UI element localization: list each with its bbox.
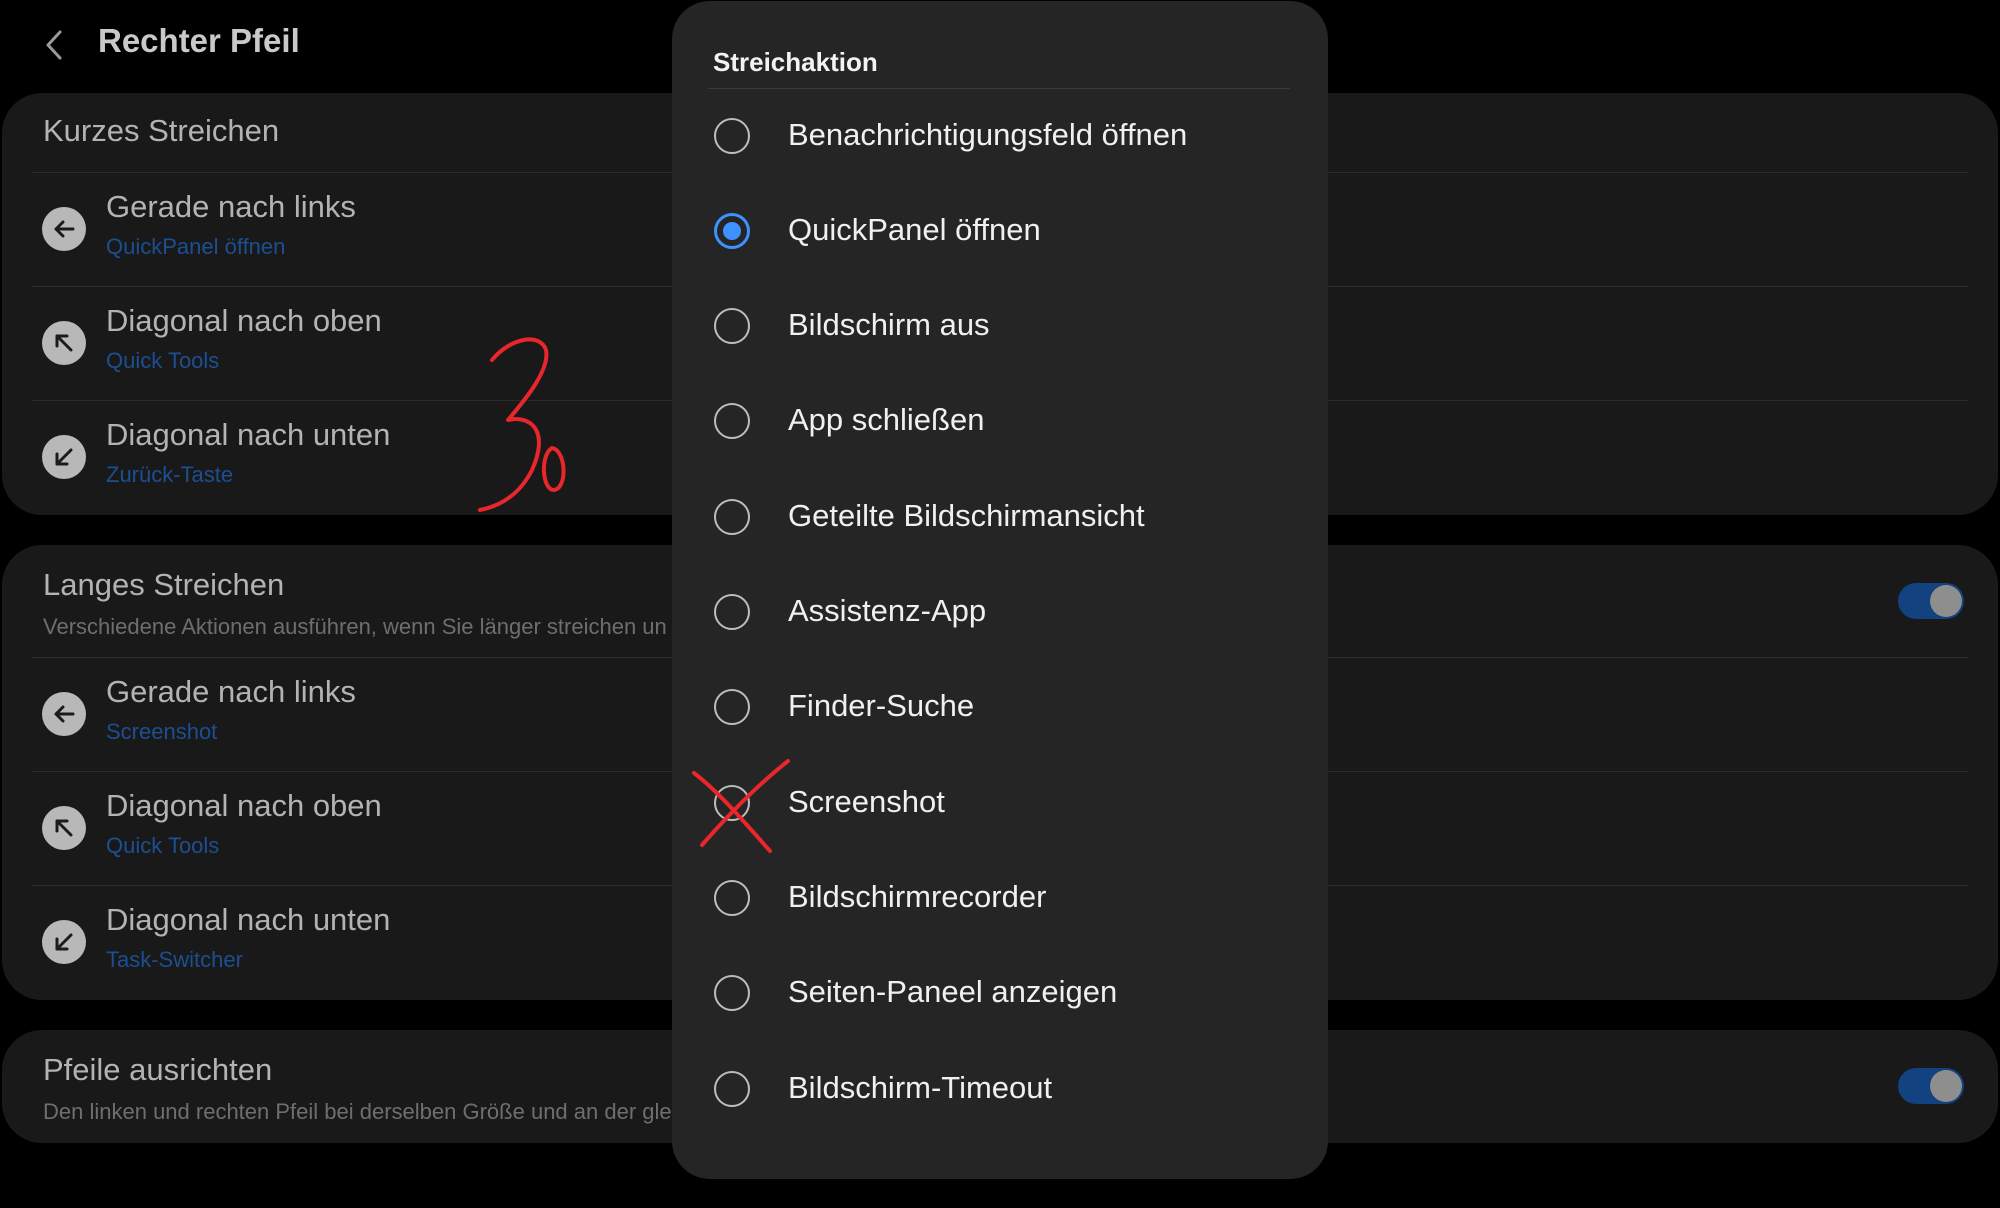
arrow-down-left-icon: [42, 920, 86, 964]
option-screen-recorder[interactable]: Bildschirmrecorder: [686, 851, 1314, 946]
toggle-knob: [1930, 585, 1962, 617]
option-label: Assistenz-App: [788, 593, 987, 628]
row-label: Diagonal nach unten: [106, 902, 391, 937]
row-label: Diagonal nach oben: [106, 303, 382, 338]
option-label: Bildschirmrecorder: [788, 879, 1047, 914]
option-close-app[interactable]: App schließen: [686, 374, 1314, 469]
option-label: Geteilte Bildschirmansicht: [788, 498, 1145, 533]
swipe-action-dialog: Streichaktion Benachrichtigungsfeld öffn…: [672, 1, 1328, 1179]
row-value: Quick Tools: [106, 833, 220, 858]
long-swipe-toggle[interactable]: [1898, 583, 1964, 619]
row-label: Gerade nach links: [106, 674, 356, 709]
section-subtitle-align-arrows: Den linken und rechten Pfeil bei derselb…: [43, 1099, 672, 1124]
row-value: Zurück-Taste: [106, 462, 234, 487]
row-value: QuickPanel öffnen: [106, 234, 286, 259]
radio-button[interactable]: [714, 118, 750, 154]
section-subtitle-long-swipe: Verschiedene Aktionen ausführen, wenn Si…: [43, 614, 667, 639]
section-title-long-swipe: Langes Streichen: [43, 567, 285, 602]
option-label: QuickPanel öffnen: [788, 212, 1041, 247]
option-label: Seiten-Paneel anzeigen: [788, 974, 1118, 1009]
radio-button[interactable]: [714, 403, 750, 439]
radio-button-selected[interactable]: [714, 213, 750, 249]
row-value: Task-Switcher: [106, 947, 243, 972]
option-screenshot[interactable]: Screenshot: [686, 756, 1314, 851]
row-label: Diagonal nach unten: [106, 417, 391, 452]
option-label: Finder-Suche: [788, 688, 975, 723]
option-assistant-app[interactable]: Assistenz-App: [686, 565, 1314, 660]
row-label: Diagonal nach oben: [106, 788, 382, 823]
radio-button[interactable]: [714, 689, 750, 725]
option-label: Screenshot: [788, 784, 945, 819]
option-label: Benachrichtigungsfeld öffnen: [788, 117, 1188, 152]
option-finder-search[interactable]: Finder-Suche: [686, 660, 1314, 755]
radio-button[interactable]: [714, 1071, 750, 1107]
arrow-left-icon: [42, 692, 86, 736]
option-split-screen[interactable]: Geteilte Bildschirmansicht: [686, 470, 1314, 565]
arrow-up-left-icon: [42, 806, 86, 850]
arrow-left-icon: [42, 207, 86, 251]
arrow-down-left-icon: [42, 435, 86, 479]
option-notification-panel[interactable]: Benachrichtigungsfeld öffnen: [686, 89, 1314, 184]
chevron-left-icon: [46, 30, 62, 60]
option-side-panel[interactable]: Seiten-Paneel anzeigen: [686, 946, 1314, 1041]
option-screen-off[interactable]: Bildschirm aus: [686, 279, 1314, 374]
page-title: Rechter Pfeil: [98, 22, 300, 59]
option-label: Bildschirm-Timeout: [788, 1070, 1053, 1105]
option-label: Bildschirm aus: [788, 307, 990, 342]
align-arrows-toggle[interactable]: [1898, 1068, 1964, 1104]
radio-button[interactable]: [714, 594, 750, 630]
radio-button[interactable]: [714, 975, 750, 1011]
toggle-knob: [1930, 1070, 1962, 1102]
radio-button[interactable]: [714, 785, 750, 821]
radio-button[interactable]: [714, 308, 750, 344]
row-value: Quick Tools: [106, 348, 220, 373]
arrow-up-left-icon: [42, 321, 86, 365]
radio-button[interactable]: [714, 499, 750, 535]
dialog-title: Streichaktion: [713, 47, 878, 77]
option-quickpanel[interactable]: QuickPanel öffnen: [686, 184, 1314, 279]
section-title-short-swipe: Kurzes Streichen: [43, 113, 280, 148]
option-label: App schließen: [788, 402, 985, 437]
section-title-align-arrows: Pfeile ausrichten: [43, 1052, 273, 1087]
row-value: Screenshot: [106, 719, 218, 744]
option-screen-timeout[interactable]: Bildschirm-Timeout: [686, 1042, 1314, 1137]
screen: Rechter Pfeil Kurzes Streichen Gerade na…: [0, 0, 2000, 1208]
radio-button[interactable]: [714, 880, 750, 916]
back-button[interactable]: [30, 20, 80, 70]
row-label: Gerade nach links: [106, 189, 356, 224]
